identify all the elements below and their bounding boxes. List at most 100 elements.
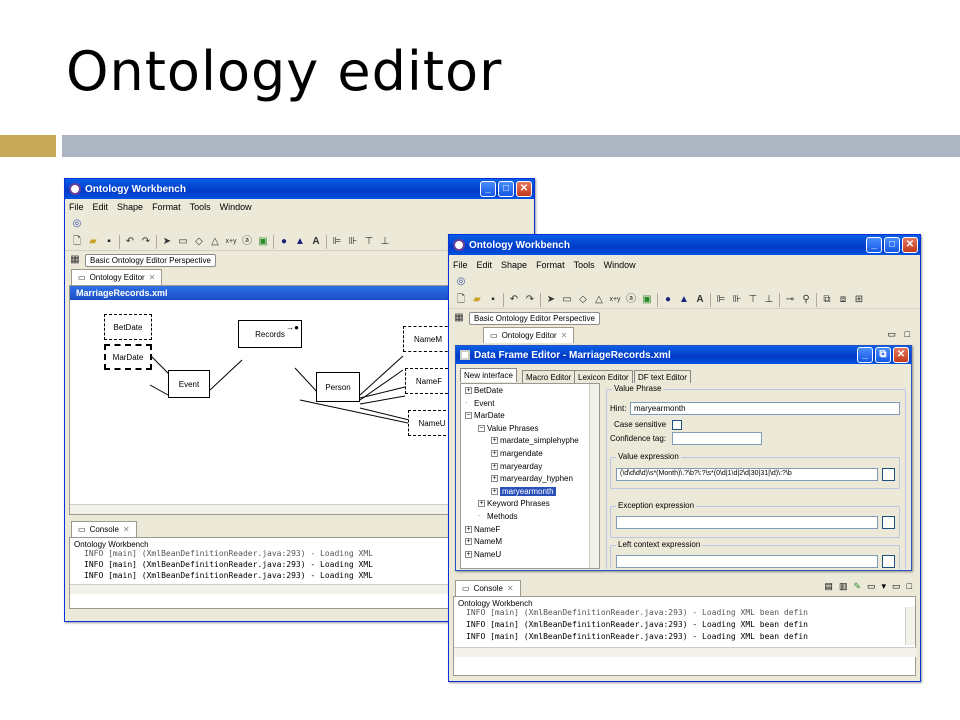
node-event[interactable]: Event [168, 370, 210, 398]
back-window-titlebar[interactable]: Ontology Workbench _ □ ✕ [65, 179, 534, 199]
dfe-minimize-button[interactable]: _ [857, 347, 873, 363]
xy-icon[interactable]: x+y [225, 236, 237, 248]
dot-icon[interactable]: ● [278, 236, 290, 248]
menu-shape[interactable]: Shape [501, 260, 527, 270]
expand-icon[interactable]: + [491, 437, 498, 445]
expand-icon[interactable]: + [491, 450, 498, 457]
exception-expression-input[interactable] [616, 516, 878, 529]
menu-window[interactable]: Window [604, 260, 636, 270]
pin-console-icon[interactable]: ✎ [853, 581, 861, 592]
left-context-check[interactable] [882, 555, 895, 568]
align-center-icon[interactable]: ⊪ [731, 294, 743, 306]
align-bottom-icon[interactable]: ⊥ [763, 294, 775, 306]
pin-icon[interactable]: ⚲ [800, 294, 812, 306]
relation-icon[interactable]: ◇ [193, 236, 205, 248]
align-top-icon[interactable]: ⊤ [363, 236, 375, 248]
node-betdate[interactable]: BetDate [104, 314, 152, 340]
xy-icon[interactable]: x+y [609, 294, 621, 306]
ungroup-icon[interactable]: ⧈ [837, 294, 849, 306]
green-doc-icon[interactable]: ▣ [257, 236, 269, 248]
console-minimize-icon[interactable]: ▭ [892, 581, 901, 592]
redo-icon[interactable]: ↷ [140, 236, 152, 248]
minimize-button[interactable]: _ [866, 237, 882, 253]
text-a-icon[interactable]: ⓐ [241, 236, 253, 248]
collapse-icon[interactable]: − [465, 412, 472, 420]
menu-shape[interactable]: Shape [117, 202, 143, 212]
text-a-icon[interactable]: ⓐ [625, 294, 637, 306]
view-minimize-icon[interactable]: ▭ [887, 329, 896, 340]
exception-expression-check[interactable] [882, 516, 895, 529]
tab-close-icon[interactable]: ✕ [561, 331, 568, 340]
menu-edit[interactable]: Edit [93, 202, 109, 212]
tree-item[interactable]: + BetDate [465, 386, 503, 395]
back-view-tab[interactable]: ▭ Ontology Editor ✕ [71, 269, 163, 285]
align-center-icon[interactable]: ⊪ [347, 236, 359, 248]
tree-item[interactable]: + margendate [491, 449, 543, 458]
hint-input[interactable]: maryearmonth [630, 402, 900, 415]
tree-item[interactable]: + Keyword Phrases [478, 499, 550, 508]
node-namef[interactable]: NameF [405, 368, 453, 394]
rectangle-icon[interactable]: ▭ [561, 294, 573, 306]
expand-icon[interactable]: + [491, 487, 498, 495]
expand-icon[interactable]: + [465, 538, 472, 546]
align-left-icon[interactable]: ⊫ [715, 294, 727, 306]
value-expression-check[interactable] [882, 468, 895, 481]
save-icon[interactable]: ▪ [487, 294, 499, 306]
tab-close-icon[interactable]: ✕ [123, 525, 130, 534]
tab-df-text-editor[interactable]: DF text Editor [634, 370, 691, 384]
tree-item[interactable]: + maryearday_hyphen [491, 474, 573, 483]
expand-icon[interactable]: + [491, 462, 498, 470]
redo-icon[interactable]: ↷ [524, 294, 536, 306]
tree-item[interactable]: + maryearday [491, 462, 542, 471]
perspective-icon[interactable]: ▦ [453, 312, 465, 324]
left-context-input[interactable] [616, 555, 878, 568]
menu-edit[interactable]: Edit [477, 260, 493, 270]
expand-icon[interactable]: + [465, 550, 472, 558]
dfe-titlebar[interactable]: Data Frame Editor - MarriageRecords.xml … [456, 346, 911, 364]
menu-tools[interactable]: Tools [574, 260, 595, 270]
tab-new-interface[interactable]: New interface [460, 368, 517, 382]
front-window-titlebar[interactable]: Ontology Workbench _ □ ✕ [449, 235, 920, 255]
tree-item[interactable]: − Value Phrases [478, 424, 538, 433]
expand-icon[interactable]: + [478, 500, 485, 508]
open-folder-icon[interactable]: ▰ [87, 236, 99, 248]
node-records[interactable]: Records →● [238, 320, 302, 348]
tab-close-icon[interactable]: ✕ [149, 273, 156, 282]
front-console-tab[interactable]: ▭ Console ✕ [455, 580, 521, 596]
font-icon[interactable]: A [694, 294, 706, 306]
menu-file[interactable]: File [453, 260, 468, 270]
undo-icon[interactable]: ↶ [508, 294, 520, 306]
link-icon[interactable]: ⊸ [784, 294, 796, 306]
filled-triangle-icon[interactable]: ▲ [294, 236, 306, 248]
tree-item[interactable]: + mardate_simplehyphe [491, 436, 579, 445]
open-folder-icon[interactable]: ▰ [471, 294, 483, 306]
tree-item[interactable]: − MarDate [465, 411, 505, 420]
dot-icon[interactable]: ● [662, 294, 674, 306]
triangle-icon[interactable]: △ [593, 294, 605, 306]
tree-vscroll[interactable] [589, 384, 599, 568]
minimize-button[interactable]: _ [480, 181, 496, 197]
tree-item[interactable]: + maryearmonth [491, 486, 556, 496]
perspective-button[interactable]: Basic Ontology Editor Perspective [469, 311, 600, 325]
menu-format[interactable]: Format [152, 202, 181, 212]
target-icon[interactable]: ◎ [71, 218, 83, 230]
expand-icon[interactable]: + [491, 475, 498, 483]
front-view-tab[interactable]: ▭ Ontology Editor ✕ [483, 327, 575, 343]
dfe-restore-button[interactable]: ⧉ [875, 347, 891, 363]
menu-file[interactable]: File [69, 202, 84, 212]
maximize-button[interactable]: □ [498, 181, 514, 197]
rectangle-icon[interactable]: ▭ [177, 236, 189, 248]
expand-icon[interactable]: + [465, 387, 472, 394]
tab-macro-editor[interactable]: Macro Editor [522, 370, 576, 384]
new-file-icon[interactable]: 🗋 [455, 294, 467, 306]
menu-format[interactable]: Format [536, 260, 565, 270]
undo-icon[interactable]: ↶ [124, 236, 136, 248]
align-left-icon[interactable]: ⊫ [331, 236, 343, 248]
tree-item[interactable]: + NameM [465, 537, 502, 546]
pointer-icon[interactable]: ➤ [161, 236, 173, 248]
tab-lexicon-editor[interactable]: Lexicon Editor [574, 370, 633, 384]
green-doc-icon[interactable]: ▣ [641, 294, 653, 306]
collapse-icon[interactable]: − [478, 424, 485, 432]
tree-item[interactable]: + NameF [465, 525, 500, 534]
target-icon[interactable]: ◎ [455, 276, 467, 288]
